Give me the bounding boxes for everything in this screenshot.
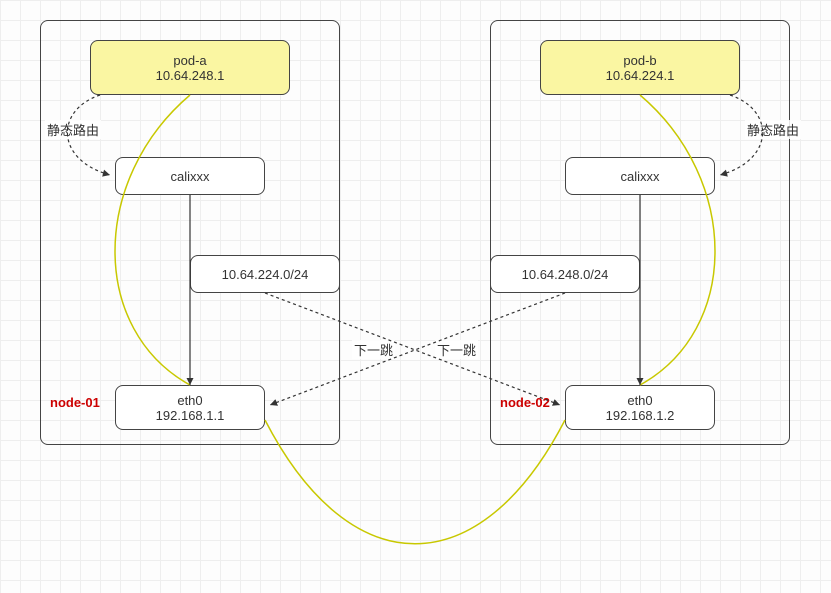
pod-a-box: pod-a 10.64.248.1 xyxy=(90,40,290,95)
next-hop-left: 下一跳 xyxy=(352,340,395,359)
next-hop-right: 下一跳 xyxy=(435,340,478,359)
eth0-node1: eth0 192.168.1.1 xyxy=(115,385,265,430)
node-01-label: node-01 xyxy=(50,395,100,410)
pod-b-box: pod-b 10.64.224.1 xyxy=(540,40,740,95)
calixxx-node1: calixxx xyxy=(115,157,265,195)
eth0-node2-name: eth0 xyxy=(627,393,652,408)
route-node1: 10.64.224.0/24 xyxy=(190,255,340,293)
eth0-node1-ip: 192.168.1.1 xyxy=(156,408,225,423)
eth0-node2-ip: 192.168.1.2 xyxy=(606,408,675,423)
eth0-node2: eth0 192.168.1.2 xyxy=(565,385,715,430)
calixxx-node2: calixxx xyxy=(565,157,715,195)
static-route-label-1: 静态路由 xyxy=(45,120,101,139)
pod-b-name: pod-b xyxy=(623,53,656,68)
route-node2: 10.64.248.0/24 xyxy=(490,255,640,293)
pod-a-name: pod-a xyxy=(173,53,206,68)
pod-a-ip: 10.64.248.1 xyxy=(156,68,225,83)
eth0-node1-name: eth0 xyxy=(177,393,202,408)
node-02-label: node-02 xyxy=(500,395,550,410)
static-route-label-2: 静态路由 xyxy=(745,120,801,139)
pod-b-ip: 10.64.224.1 xyxy=(606,68,675,83)
